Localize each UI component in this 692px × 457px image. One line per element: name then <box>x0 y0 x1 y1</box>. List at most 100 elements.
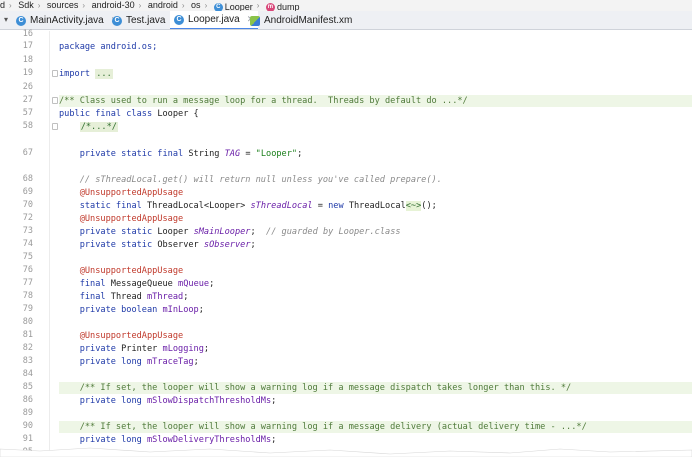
line-number: 16 <box>22 29 33 39</box>
code-line: @UnsupportedAppUsage <box>59 187 692 199</box>
code-line: @UnsupportedAppUsage <box>59 330 692 342</box>
chevron-right-icon: › <box>138 1 142 10</box>
code-token: (); <box>421 201 437 211</box>
chevron-right-icon: › <box>256 1 260 10</box>
code-token: mLogging <box>162 344 204 354</box>
code-line: package android.os; <box>59 41 692 53</box>
chevron-down-icon[interactable]: ▾ <box>4 15 8 24</box>
code-line: @UnsupportedAppUsage <box>59 213 692 225</box>
tab-androidmanifest[interactable]: AndroidManifest.xm <box>246 11 356 29</box>
line-number: 18 <box>22 55 33 65</box>
breadcrumb-item-d[interactable]: d <box>0 0 5 11</box>
chevron-right-icon: › <box>181 1 185 10</box>
code-token: ; <box>297 149 303 159</box>
code-line: private static Looper sMainLooper; // gu… <box>59 226 692 238</box>
code-token: mThread <box>147 292 184 302</box>
manifest-icon <box>250 15 260 26</box>
code-token: /** If set, the looper will show a warni… <box>79 422 587 432</box>
code-token: = <box>240 149 256 159</box>
breadcrumb: d › Sdk › sources › android-30 › android › os… <box>0 0 692 11</box>
fold-marker-icon[interactable] <box>52 97 58 104</box>
method-m-icon: m <box>265 3 275 11</box>
breadcrumb-item-android[interactable]: android <box>148 0 178 11</box>
line-number: 26 <box>22 82 33 92</box>
line-number: 78 <box>22 291 33 301</box>
code-token: private boolean <box>79 305 158 315</box>
code-line: /** Class used to run a message loop for… <box>59 95 692 107</box>
code-token: Looper <box>157 227 189 237</box>
code-token: ; <box>198 305 204 315</box>
folded-region[interactable]: ... <box>95 69 113 79</box>
code-token: package android.os; <box>59 42 158 52</box>
breadcrumb-item-looper[interactable]: C Looper <box>213 2 253 11</box>
breadcrumb-label: os <box>191 0 201 10</box>
code-token: public final class <box>59 109 153 119</box>
line-number: 74 <box>22 239 33 249</box>
code-token: static final <box>79 201 142 211</box>
breadcrumb-label: d <box>0 0 6 10</box>
line-number: 85 <box>22 382 33 392</box>
code-token: ; <box>271 396 277 406</box>
line-number: 68 <box>22 174 33 184</box>
fold-marker-icon[interactable] <box>52 123 58 130</box>
code-token: mTraceTag <box>146 357 194 367</box>
line-number: 72 <box>22 213 33 223</box>
code-line: private long mTraceTag; <box>59 356 692 368</box>
chevron-right-icon: › <box>82 1 86 10</box>
class-c-icon: C <box>213 3 223 11</box>
breadcrumb-item-sdk[interactable]: Sdk <box>18 0 34 11</box>
code-token: final <box>79 292 106 302</box>
code-token: sThreadLocal <box>250 201 313 211</box>
line-number: 70 <box>22 200 33 210</box>
code-token: sMainLooper <box>193 227 251 237</box>
code-token: private long <box>79 396 142 406</box>
code-editor[interactable]: 16 17 18 19 26 27 57 58 67 68 69 70 72 7… <box>0 29 692 457</box>
line-number: 76 <box>22 265 33 275</box>
code-token: @UnsupportedAppUsage <box>79 188 184 198</box>
line-number: 73 <box>22 226 33 236</box>
code-token: private static final <box>79 149 184 159</box>
code-token: ; <box>193 357 199 367</box>
folded-region[interactable]: /*...*/ <box>79 122 118 132</box>
code-line: private Printer mLogging; <box>59 343 692 355</box>
breadcrumb-label: sources <box>46 0 79 10</box>
code-token: private <box>79 344 116 354</box>
code-token: ; <box>250 227 256 237</box>
code-token: = <box>312 201 329 211</box>
breadcrumb-item-dump[interactable]: m dump <box>265 2 300 11</box>
code-token: /** Class used to run a message loop for… <box>59 96 468 106</box>
code-line: private boolean mInLoop; <box>59 304 692 316</box>
code-line: private static Observer sObserver; <box>59 239 692 251</box>
editor-tabs: ▾ C MainActivity.java ✕ C Test.java ✕ C … <box>0 11 692 30</box>
breadcrumb-item-android-30[interactable]: android-30 <box>92 0 135 11</box>
line-number: 57 <box>22 108 33 118</box>
code-token: <~> <box>405 201 422 211</box>
code-token: /** If set, the looper will show a warni… <box>79 383 572 393</box>
code-line: final Thread mThread; <box>59 291 692 303</box>
code-token: final <box>79 279 106 289</box>
line-number: 83 <box>22 356 33 366</box>
fold-marker-icon[interactable] <box>52 70 58 77</box>
line-number: 19 <box>22 68 33 78</box>
tab-label: Looper.java <box>188 14 240 25</box>
code-token: ; <box>183 292 189 302</box>
line-number: 17 <box>22 41 33 51</box>
code-line: private long mSlowDispatchThresholdMs; <box>59 395 692 407</box>
line-number-gutter: 16 17 18 19 26 27 57 58 67 68 69 70 72 7… <box>0 29 50 457</box>
code-token: new <box>328 201 344 211</box>
code-token: Observer <box>157 240 199 250</box>
line-number: 69 <box>22 187 33 197</box>
chevron-right-icon: › <box>9 1 12 10</box>
breadcrumb-item-os[interactable]: os <box>191 0 201 11</box>
breadcrumb-label: dump <box>276 2 300 11</box>
line-number: 67 <box>22 148 33 158</box>
breadcrumb-item-sources[interactable]: sources <box>47 0 79 11</box>
code-token: ; <box>209 279 215 289</box>
code-token: mInLoop <box>162 305 199 315</box>
code-token: TAG <box>224 149 241 159</box>
breadcrumb-label: Looper <box>224 2 253 11</box>
code-token: // sThreadLocal.get() will return null u… <box>79 175 442 185</box>
code-line: public final class Looper { <box>59 108 692 120</box>
code-token: "Looper" <box>255 149 298 159</box>
code-token: import <box>59 69 91 79</box>
